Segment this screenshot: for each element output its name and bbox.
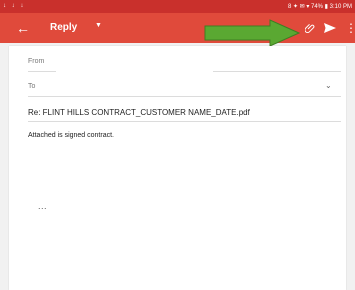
from-field[interactable]	[213, 71, 341, 72]
more-options-icon[interactable]: ⋮	[345, 21, 355, 35]
from-label: From	[28, 58, 45, 65]
annotation-arrow-icon	[204, 19, 300, 47]
show-quoted-text-button[interactable]: ...	[38, 201, 47, 211]
compose-form	[9, 46, 346, 290]
message-body[interactable]: Attached is signed contract.	[28, 132, 114, 139]
back-arrow-icon[interactable]: ←	[16, 19, 30, 37]
to-field[interactable]: To	[28, 83, 35, 90]
to-field-underline	[28, 96, 341, 97]
compose-toolbar: ← Reply ▼ ⋮	[0, 13, 355, 43]
subject-field-underline	[28, 121, 341, 122]
reply-title[interactable]: Reply	[50, 22, 77, 33]
status-indicators: 8 ✦ ✉ ▾ 74% ▮ 3:10 PM	[287, 4, 352, 10]
status-bar: ↓ ↓ ↓ 8 ✦ ✉ ▾ 74% ▮ 3:10 PM	[0, 0, 355, 13]
from-field-underline	[28, 71, 56, 72]
subject-field[interactable]: Re: FLINT HILLS CONTRACT_CUSTOMER NAME_D…	[28, 108, 250, 117]
download-notification-icons: ↓ ↓ ↓	[3, 3, 26, 9]
reply-dropdown-icon[interactable]: ▼	[95, 22, 102, 29]
attach-icon[interactable]	[305, 23, 315, 33]
chevron-down-icon[interactable]: ⌄	[325, 81, 332, 90]
send-icon[interactable]	[323, 21, 337, 35]
